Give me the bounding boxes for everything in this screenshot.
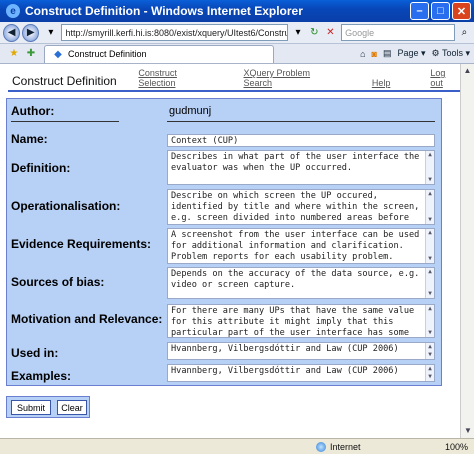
search-icon[interactable]: ⌕ bbox=[458, 26, 471, 40]
tab-title: Construct Definition bbox=[68, 49, 147, 59]
forward-button[interactable]: ▶ bbox=[22, 23, 40, 42]
tab-bar: ★ ✚ ◆ Construct Definition ⌂ ◙ ▤ Page ▾ … bbox=[0, 44, 474, 64]
definition-text: Describes in what part of the user inter… bbox=[171, 152, 420, 173]
scroll-up-arrow-icon[interactable]: ▲ bbox=[461, 64, 474, 78]
scrollbar[interactable]: ▲ ▼ bbox=[425, 305, 434, 337]
app-header: Construct Definition Construct Selection… bbox=[8, 68, 460, 92]
construct-form: Author: gudmunj Name: Context (CUP) Defi… bbox=[6, 98, 442, 386]
examples-textarea[interactable]: Hvannberg, Vilbergsdóttir and Law (CUP 2… bbox=[167, 364, 435, 382]
operationalisation-text: Describe on which screen the UP occured,… bbox=[171, 191, 420, 223]
form-buttons: Submit Clear bbox=[6, 396, 90, 418]
clear-button[interactable]: Clear bbox=[57, 400, 87, 415]
xquery-problem-search-link[interactable]: XQuery Problem Search bbox=[244, 68, 340, 88]
motivation-textarea[interactable]: For there are many UPs that have the sam… bbox=[167, 304, 435, 338]
recent-pages-dropdown-icon[interactable]: ▾ bbox=[44, 26, 57, 40]
dropdown-icon[interactable]: ▾ bbox=[291, 26, 304, 40]
sources-of-bias-label: Sources of bias: bbox=[11, 275, 105, 289]
operationalisation-textarea[interactable]: Describe on which screen the UP occured,… bbox=[167, 189, 435, 225]
page-menu[interactable]: Page ▾ bbox=[397, 48, 425, 59]
definition-label: Definition: bbox=[11, 161, 71, 175]
address-bar: ◀ ▶ ▾ http://smyrill.kerfi.hi.is:8080/ex… bbox=[0, 22, 474, 44]
used-in-textarea[interactable]: Hvannberg, Vilbergsdóttir and Law (CUP 2… bbox=[167, 342, 435, 360]
scrollbar[interactable]: ▲ ▼ bbox=[425, 229, 434, 263]
name-label: Name: bbox=[11, 132, 48, 146]
construct-selection-link[interactable]: Construct Selection bbox=[138, 68, 215, 88]
author-label: Author: bbox=[11, 104, 55, 118]
feeds-icon[interactable]: ◙ bbox=[372, 49, 377, 59]
scrollbar[interactable]: ▲ ▼ bbox=[425, 365, 434, 381]
search-input[interactable]: Google bbox=[341, 24, 455, 41]
author-value: gudmunj bbox=[169, 105, 212, 117]
examples-label: Examples: bbox=[11, 369, 72, 383]
minimize-button[interactable]: – bbox=[410, 2, 429, 20]
page-title: Construct Definition bbox=[12, 74, 117, 88]
evidence-requirements-textarea[interactable]: A screenshot from the user interface can… bbox=[167, 228, 435, 264]
motivation-label: Motivation and Relevance: bbox=[11, 312, 163, 326]
add-favorites-icon[interactable]: ✚ bbox=[24, 47, 38, 61]
tab-construct-definition[interactable]: ◆ Construct Definition bbox=[44, 44, 274, 63]
url-input[interactable]: http://smyrill.kerfi.hi.is:8080/exist/xq… bbox=[61, 24, 289, 41]
definition-textarea[interactable]: Describes in what part of the user inter… bbox=[167, 150, 435, 185]
author-divider bbox=[11, 121, 119, 122]
window-title: Construct Definition - Windows Internet … bbox=[25, 4, 303, 18]
maximize-button[interactable]: □ bbox=[431, 2, 450, 20]
sources-of-bias-text: Depends on the accuracy of the data sour… bbox=[171, 269, 420, 290]
home-icon[interactable]: ⌂ bbox=[360, 49, 365, 59]
sources-of-bias-textarea[interactable]: Depends on the accuracy of the data sour… bbox=[167, 267, 435, 299]
scroll-down-arrow-icon[interactable]: ▼ bbox=[461, 424, 474, 438]
stop-icon[interactable]: ✕ bbox=[324, 26, 337, 40]
zoom-level[interactable]: 100% bbox=[445, 442, 468, 452]
author-divider-right bbox=[167, 121, 435, 122]
page-viewport: Construct Definition Construct Selection… bbox=[0, 64, 474, 438]
zone-label: Internet bbox=[330, 441, 361, 452]
page-scrollbar[interactable]: ▲ ▼ bbox=[460, 64, 474, 438]
evidence-requirements-text: A screenshot from the user interface can… bbox=[171, 230, 420, 262]
name-field[interactable]: Context (CUP) bbox=[167, 134, 435, 147]
ie-logo-icon: e bbox=[6, 4, 20, 18]
window-titlebar: e Construct Definition - Windows Interne… bbox=[0, 0, 474, 22]
log-out-link[interactable]: Log out bbox=[430, 68, 460, 88]
status-bar: Internet 100% bbox=[0, 438, 474, 454]
operationalisation-label: Operationalisation: bbox=[11, 199, 121, 213]
evidence-requirements-label: Evidence Requirements: bbox=[11, 237, 152, 251]
back-button[interactable]: ◀ bbox=[3, 23, 21, 42]
page-icon: ◆ bbox=[54, 48, 62, 60]
scrollbar[interactable]: ▲ ▼ bbox=[425, 190, 434, 224]
submit-button[interactable]: Submit bbox=[11, 400, 51, 415]
refresh-icon[interactable]: ↻ bbox=[308, 26, 321, 40]
favorites-star-icon[interactable]: ★ bbox=[7, 47, 21, 61]
scrollbar[interactable]: ▲ ▼ bbox=[425, 151, 434, 184]
security-zone: Internet bbox=[316, 441, 361, 452]
scrollbar[interactable]: ▲ ▼ bbox=[425, 268, 434, 298]
help-link[interactable]: Help bbox=[372, 78, 391, 88]
globe-icon bbox=[316, 441, 326, 452]
tools-menu[interactable]: ⚙ Tools ▾ bbox=[432, 48, 470, 59]
motivation-text: For there are many UPs that have the sam… bbox=[171, 306, 415, 338]
used-in-label: Used in: bbox=[11, 346, 59, 360]
scrollbar[interactable]: ▲ ▼ bbox=[425, 343, 434, 359]
examples-text: Hvannberg, Vilbergsdóttir and Law (CUP 2… bbox=[171, 366, 399, 376]
print-icon[interactable]: ▤ bbox=[383, 48, 392, 59]
close-window-button[interactable]: ✕ bbox=[452, 2, 471, 20]
used-in-text: Hvannberg, Vilbergsdóttir and Law (CUP 2… bbox=[171, 344, 399, 354]
